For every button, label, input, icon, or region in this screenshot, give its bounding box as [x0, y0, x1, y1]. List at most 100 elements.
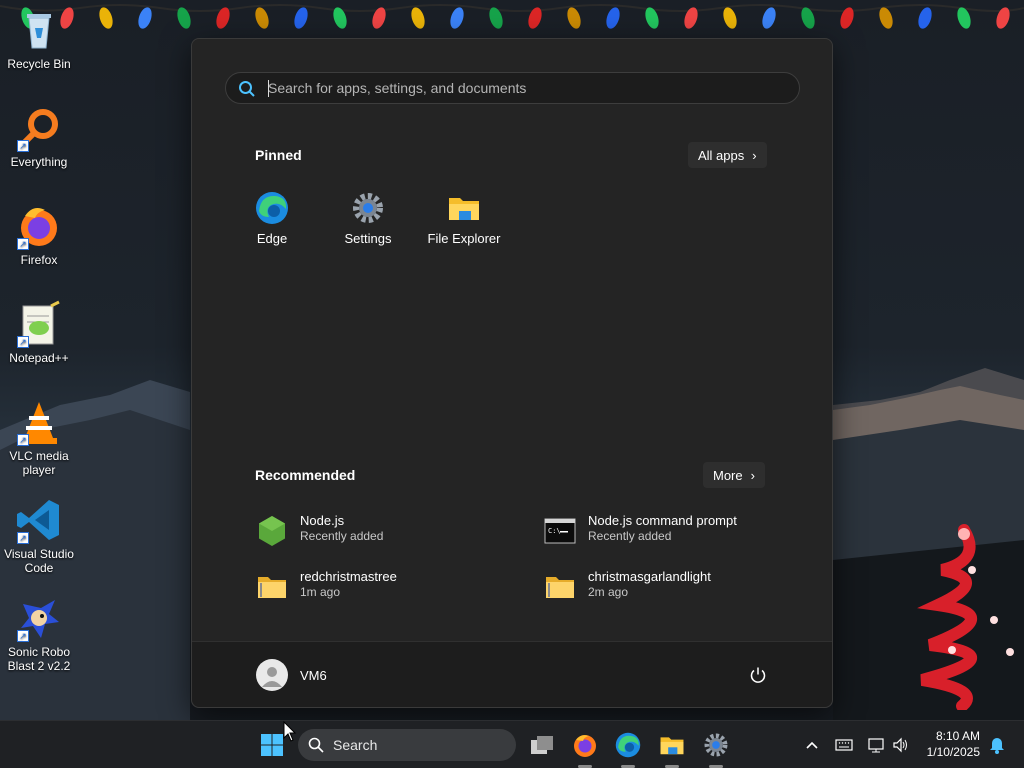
edge-icon: [255, 191, 289, 225]
recommended-item-redchristmastree[interactable]: redchristmastree 1m ago: [256, 567, 526, 611]
more-label: More: [713, 467, 743, 483]
recommended-item-christmasgarlandlight[interactable]: christmasgarlandlight 2m ago: [544, 567, 814, 611]
firefox-icon: [574, 735, 596, 757]
vscode-icon: ↗: [15, 496, 63, 544]
recommended-item-name: redchristmastree: [300, 569, 397, 584]
notifications-button[interactable]: [984, 729, 1010, 761]
light-bulb: [294, 7, 308, 29]
everything-search-icon: ↗: [15, 104, 63, 152]
edge-icon: [615, 732, 641, 758]
recommended-item-subtitle: 2m ago: [588, 585, 629, 599]
network-icon: [868, 738, 884, 753]
light-bulb: [567, 7, 581, 29]
desktop-icon-label: Visual Studio Code: [4, 547, 74, 575]
desktop-icon-label: Firefox: [20, 253, 58, 267]
folder-icon: [660, 737, 684, 755]
desktop-icon-vscode[interactable]: ↗ Visual Studio Code: [4, 496, 74, 575]
shortcut-arrow-icon: ↗: [17, 630, 29, 642]
all-apps-button[interactable]: All apps ›: [688, 142, 767, 168]
desktop-icon-sonic[interactable]: ↗ Sonic Robo Blast 2 v2.2: [4, 594, 74, 673]
taskbar: Search 8:10 AM 1/10/2025: [0, 720, 1024, 768]
folder-icon: [447, 191, 481, 225]
light-bulb: [996, 7, 1010, 29]
task-view-icon: [531, 736, 553, 754]
user-avatar[interactable]: [256, 659, 288, 691]
mouse-cursor-icon: [283, 721, 297, 742]
light-bulb: [138, 7, 152, 29]
recommended-item-name: Node.js command prompt: [588, 513, 737, 528]
taskbar-search-label: Search: [333, 737, 378, 753]
pinned-app-edge[interactable]: Edge: [224, 191, 320, 246]
light-bulb: [918, 7, 932, 29]
start-search-input[interactable]: [268, 73, 788, 103]
recommended-item-subtitle: 1m ago: [300, 585, 341, 599]
zip-folder-icon: [256, 571, 288, 603]
desktop-icon-firefox[interactable]: ↗ Firefox: [4, 202, 74, 267]
pinned-app-label: File Explorer: [427, 231, 501, 246]
desktop-icon-label: Sonic Robo Blast 2 v2.2: [7, 645, 71, 673]
notepad-plus-plus-icon: ↗: [15, 300, 63, 348]
show-hidden-icons-button[interactable]: [796, 729, 828, 761]
recommended-item-nodejs-command-prompt[interactable]: C:\ Node.js command prompt Recently adde…: [544, 511, 814, 555]
taskbar-app-firefox[interactable]: [569, 729, 601, 761]
all-apps-label: All apps: [698, 147, 745, 163]
more-button[interactable]: More ›: [703, 462, 765, 488]
volume-icon: [893, 737, 907, 753]
recommended-item-name: Node.js: [300, 513, 345, 528]
firefox-icon: ↗: [15, 202, 63, 250]
taskbar-app-file-explorer[interactable]: [656, 729, 688, 761]
power-icon[interactable]: [749, 666, 767, 689]
recommended-item-name: christmasgarlandlight: [588, 569, 711, 584]
desktop-icon-notepad-plus-plus[interactable]: ↗ Notepad++: [4, 300, 74, 365]
pinned-app-label: Settings: [344, 231, 392, 246]
light-bulb: [684, 7, 698, 29]
christmas-tree-decoration: [917, 524, 1014, 710]
desktop-icon-everything[interactable]: ↗ Everything: [4, 104, 74, 169]
light-bulb: [606, 7, 620, 29]
recommended-item-nodejs[interactable]: Node.js Recently added: [256, 511, 526, 555]
vlc-icon: ↗: [15, 398, 63, 446]
search-icon: [308, 737, 324, 758]
recycle-bin-icon: [15, 6, 63, 54]
shortcut-arrow-icon: ↗: [17, 140, 29, 152]
chevron-right-icon: ›: [752, 147, 757, 163]
light-bulb: [840, 7, 854, 29]
desktop-icon-recycle-bin[interactable]: Recycle Bin: [4, 6, 74, 71]
chevron-up-icon: [806, 741, 818, 749]
desktop-icon-label: Everything: [10, 155, 68, 169]
pinned-app-label: Edge: [256, 231, 288, 246]
taskbar-app-settings[interactable]: [700, 729, 732, 761]
start-menu-footer: VM6: [192, 641, 832, 707]
desktop-icon-label: VLC media player: [9, 449, 69, 477]
sonic-icon: ↗: [15, 594, 63, 642]
nodejs-icon: [256, 515, 288, 547]
light-bulb: [411, 7, 425, 29]
search-icon: [238, 80, 256, 103]
light-bulb: [762, 7, 776, 29]
chevron-right-icon: ›: [750, 467, 755, 483]
light-bulb: [99, 7, 113, 29]
desktop-icon-label: Recycle Bin: [7, 57, 71, 71]
pinned-app-settings[interactable]: Settings: [320, 191, 416, 246]
clock[interactable]: 8:10 AM 1/10/2025: [914, 729, 980, 759]
start-menu: Pinned All apps › Edge Settings File Exp…: [191, 38, 833, 708]
light-bulb: [450, 7, 464, 29]
user-name[interactable]: VM6: [300, 668, 327, 683]
light-bulb: [723, 7, 737, 29]
settings-gear-icon: [351, 191, 385, 225]
recommended-title: Recommended: [255, 467, 356, 483]
svg-text:C:\: C:\: [548, 527, 561, 535]
desktop-icon-label: Notepad++: [9, 351, 69, 365]
taskbar-search[interactable]: Search: [298, 729, 516, 761]
desktop-icon-vlc[interactable]: ↗ VLC media player: [4, 398, 74, 477]
zip-folder-icon: [544, 571, 576, 603]
pinned-app-file-explorer[interactable]: File Explorer: [416, 191, 512, 246]
clock-date: 1/10/2025: [926, 745, 980, 759]
keyboard-button[interactable]: [829, 729, 859, 761]
taskbar-app-edge[interactable]: [612, 729, 644, 761]
light-bulb: [255, 7, 269, 29]
start-search-box[interactable]: [225, 72, 800, 104]
command-prompt-icon: C:\: [544, 515, 576, 547]
volume-button[interactable]: [886, 729, 916, 761]
task-view-button[interactable]: [526, 729, 558, 761]
